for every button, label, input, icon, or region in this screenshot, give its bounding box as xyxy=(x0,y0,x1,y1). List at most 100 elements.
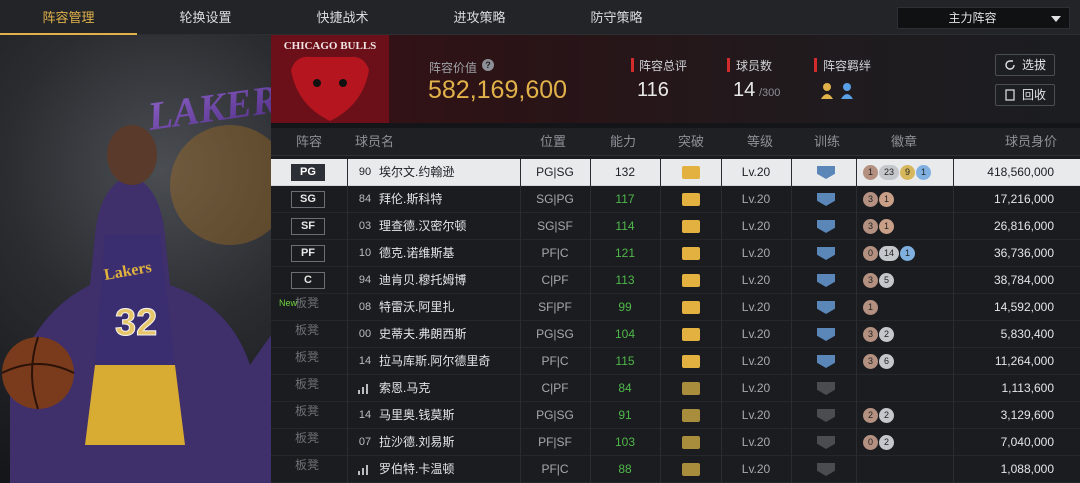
badge-chip[interactable]: 3 xyxy=(863,219,878,234)
badge-chip[interactable]: 2 xyxy=(863,408,878,423)
training-shield-icon[interactable] xyxy=(817,382,835,395)
col-slot[interactable]: 阵容 xyxy=(296,128,322,156)
badge-chip[interactable]: 1 xyxy=(879,219,894,234)
tab-offense-strategy[interactable]: 进攻策略 xyxy=(411,0,548,35)
lineup-select-dropdown[interactable]: 主力阵容 xyxy=(897,7,1070,29)
slot-badge: PG xyxy=(291,164,325,181)
col-breakthrough[interactable]: 突破 xyxy=(678,128,704,156)
recycle-button[interactable]: 回收 xyxy=(995,84,1055,106)
table-row[interactable]: 板凳 索恩.马克 C|PF 84 Lv.20 1,113,600 xyxy=(271,375,1080,402)
training-shield-icon[interactable] xyxy=(817,166,835,179)
player-name[interactable]: 罗伯特.卡温顿 xyxy=(379,456,454,483)
badge-chip[interactable]: 3 xyxy=(863,192,878,207)
tab-quick-tactics[interactable]: 快捷战术 xyxy=(274,0,411,35)
table-row[interactable]: 板凳 08 特雷沃.阿里扎 SF|PF 99 Lv.20 1 14,592,00… xyxy=(271,294,1080,321)
team-logo-text: LAKERS xyxy=(144,73,271,139)
breakthrough-crown-icon[interactable] xyxy=(682,166,700,179)
training-shield-icon[interactable] xyxy=(817,274,835,287)
breakthrough-crown-icon[interactable] xyxy=(682,328,700,341)
table-row[interactable]: PG 90 埃尔文.约翰逊 PG|SG 132 Lv.20 1 23 9 1 418,… xyxy=(271,159,1080,186)
table-row[interactable]: PF 10 德克.诺维斯基 PF|C 121 Lv.20 0 14 1 36,736… xyxy=(271,240,1080,267)
table-row[interactable]: C 94 迪肯贝.穆托姆博 C|PF 113 Lv.20 35 38,784,0… xyxy=(271,267,1080,294)
badge-chip[interactable]: 0 xyxy=(863,435,878,450)
player-level: Lv.20 xyxy=(741,354,771,368)
badge-chip[interactable]: 23 xyxy=(879,165,899,180)
player-name[interactable]: 马里奥.钱莫斯 xyxy=(379,402,454,429)
badge-chip[interactable]: 1 xyxy=(863,165,878,180)
breakthrough-crown-icon[interactable] xyxy=(682,274,700,287)
badge-chip[interactable]: 2 xyxy=(879,327,894,342)
player-ability: 88 xyxy=(618,462,632,476)
breakthrough-crown-icon[interactable] xyxy=(682,220,700,233)
breakthrough-crown-icon[interactable] xyxy=(682,382,700,395)
training-shield-icon[interactable] xyxy=(817,409,835,422)
badge-chip[interactable]: 3 xyxy=(863,327,878,342)
tab-rotation-settings[interactable]: 轮换设置 xyxy=(137,0,274,35)
bond-label-marker xyxy=(814,58,817,72)
table-row[interactable]: 板凳 罗伯特.卡温顿 PF|C 88 Lv.20 1,088,000 xyxy=(271,456,1080,483)
player-name[interactable]: 索恩.马克 xyxy=(379,375,430,402)
col-training[interactable]: 训练 xyxy=(814,128,840,156)
col-player-name[interactable]: 球员名 xyxy=(355,128,394,156)
table-row[interactable]: SG 84 拜伦.斯科特 SG|PG 117 Lv.20 31 17,216,0… xyxy=(271,186,1080,213)
table-row[interactable]: 板凳 07 拉沙德.刘易斯 PF|SF 103 Lv.20 02 7,040,0… xyxy=(271,429,1080,456)
player-name[interactable]: 特雷沃.阿里扎 xyxy=(379,294,454,321)
badge-chip[interactable]: 1 xyxy=(900,246,915,261)
help-icon[interactable]: ? xyxy=(482,59,494,71)
table-row[interactable]: SF 03 理查德.汉密尔顿 SG|SF 114 Lv.20 31 26,816… xyxy=(271,213,1080,240)
bond-icons[interactable] xyxy=(820,81,864,101)
rating-value: 116 xyxy=(637,79,669,101)
badge-chip[interactable]: 0 xyxy=(863,246,878,261)
badge-chip[interactable]: 1 xyxy=(863,300,878,315)
breakthrough-crown-icon[interactable] xyxy=(682,193,700,206)
breakthrough-crown-icon[interactable] xyxy=(682,247,700,260)
player-name[interactable]: 拉沙德.刘易斯 xyxy=(379,429,454,456)
player-name[interactable]: 拜伦.斯科特 xyxy=(379,186,442,213)
badge-chip[interactable]: 6 xyxy=(879,354,894,369)
col-badges[interactable]: 徽章 xyxy=(891,128,917,156)
player-name[interactable]: 埃尔文.约翰逊 xyxy=(379,159,454,186)
training-shield-icon[interactable] xyxy=(817,463,835,476)
breakthrough-crown-icon[interactable] xyxy=(682,301,700,314)
training-shield-icon[interactable] xyxy=(817,301,835,314)
badge-chip[interactable]: 2 xyxy=(879,408,894,423)
badge-chip[interactable]: 3 xyxy=(863,273,878,288)
player-name[interactable]: 史蒂夫.弗朗西斯 xyxy=(379,321,466,348)
col-ability[interactable]: 能力 xyxy=(610,128,636,156)
player-level: Lv.20 xyxy=(741,246,771,260)
training-shield-icon[interactable] xyxy=(817,436,835,449)
training-shield-icon[interactable] xyxy=(817,220,835,233)
top-tab-bar: 阵容管理 轮换设置 快捷战术 进攻策略 防守策略 主力阵容 xyxy=(0,0,1080,35)
jersey-number: 08 xyxy=(358,301,372,313)
pick-button[interactable]: 选拔 xyxy=(995,54,1055,76)
table-row[interactable]: 板凳 00 史蒂夫.弗朗西斯 PG|SG 104 Lv.20 32 5,830,… xyxy=(271,321,1080,348)
table-row[interactable]: 板凳 14 马里奥.钱莫斯 PG|SG 91 Lv.20 22 3,129,60… xyxy=(271,402,1080,429)
col-level[interactable]: 等级 xyxy=(747,128,773,156)
player-position: PG|SG xyxy=(536,165,574,179)
training-shield-icon[interactable] xyxy=(817,247,835,260)
col-player-value[interactable]: 球员身价 xyxy=(1005,128,1057,156)
player-name[interactable]: 拉马库斯.阿尔德里奇 xyxy=(379,348,490,375)
badge-chip[interactable]: 1 xyxy=(916,165,931,180)
tab-lineup-management[interactable]: 阵容管理 xyxy=(0,0,137,35)
player-name[interactable]: 德克.诺维斯基 xyxy=(379,240,454,267)
badge-chip[interactable]: 2 xyxy=(879,435,894,450)
player-name[interactable]: 迪肯贝.穆托姆博 xyxy=(379,267,466,294)
jersey-number: 10 xyxy=(358,247,372,259)
training-shield-icon[interactable] xyxy=(817,328,835,341)
badge-chip[interactable]: 9 xyxy=(900,165,915,180)
breakthrough-crown-icon[interactable] xyxy=(682,355,700,368)
player-name[interactable]: 理查德.汉密尔顿 xyxy=(379,213,466,240)
breakthrough-crown-icon[interactable] xyxy=(682,436,700,449)
table-row[interactable]: 板凳 14 拉马库斯.阿尔德里奇 PF|C 115 Lv.20 36 11,26… xyxy=(271,348,1080,375)
badge-chip[interactable]: 14 xyxy=(879,246,899,261)
training-shield-icon[interactable] xyxy=(817,355,835,368)
training-shield-icon[interactable] xyxy=(817,193,835,206)
badge-chip[interactable]: 3 xyxy=(863,354,878,369)
tab-defense-strategy[interactable]: 防守策略 xyxy=(548,0,685,35)
breakthrough-crown-icon[interactable] xyxy=(682,463,700,476)
col-position[interactable]: 位置 xyxy=(540,128,566,156)
badge-chip[interactable]: 5 xyxy=(879,273,894,288)
badge-chip[interactable]: 1 xyxy=(879,192,894,207)
breakthrough-crown-icon[interactable] xyxy=(682,409,700,422)
